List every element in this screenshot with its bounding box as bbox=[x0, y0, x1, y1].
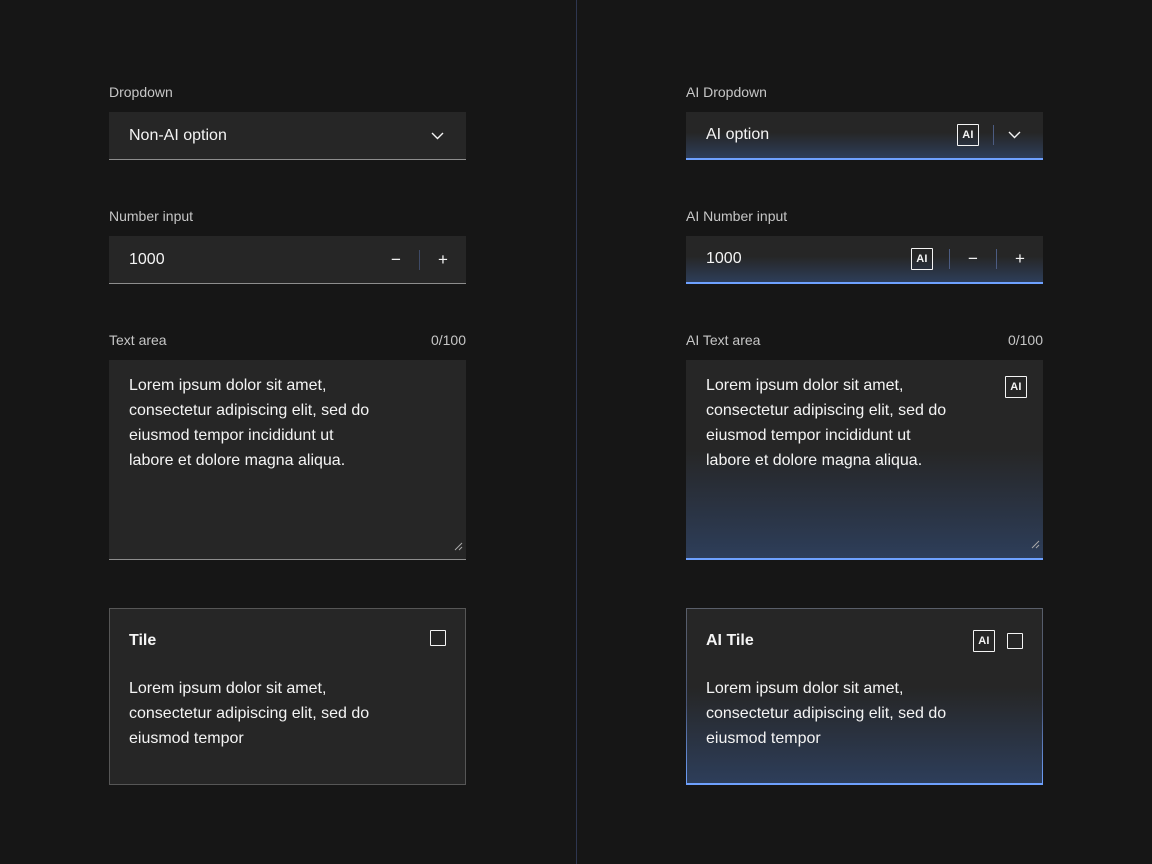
ai-label-badge[interactable]: AI bbox=[957, 124, 979, 146]
dropdown-group: Dropdown Non-AI option bbox=[109, 84, 466, 160]
text-area-label-row: Text area 0/100 bbox=[109, 332, 466, 348]
decrement-button[interactable]: − bbox=[373, 236, 419, 283]
ai-text-area[interactable]: Lorem ipsum dolor sit amet, consectetur … bbox=[686, 360, 1043, 560]
increment-button[interactable]: + bbox=[420, 236, 466, 283]
badge-divider bbox=[993, 125, 994, 145]
ai-dropdown-controls: AI bbox=[957, 124, 1021, 146]
dropdown[interactable]: Non-AI option bbox=[109, 112, 466, 160]
ai-dropdown-value: AI option bbox=[706, 126, 957, 144]
dropdown-value: Non-AI option bbox=[129, 127, 431, 145]
text-area-value: Lorem ipsum dolor sit amet, consectetur … bbox=[129, 373, 429, 473]
ai-column: AI Dropdown AI option AI AI Number input… bbox=[576, 0, 1152, 864]
ai-dropdown[interactable]: AI option AI bbox=[686, 112, 1043, 160]
page: Dropdown Non-AI option Number input 1000… bbox=[0, 0, 1152, 864]
ai-number-input-group: AI Number input 1000 AI − + bbox=[686, 208, 1043, 284]
character-counter: 0/100 bbox=[1008, 332, 1043, 348]
tile-actions bbox=[430, 630, 446, 646]
decrement-button[interactable]: − bbox=[950, 236, 996, 282]
ai-tile-actions: AI bbox=[973, 630, 1023, 652]
tile-header: Tile bbox=[129, 630, 446, 652]
checkbox[interactable] bbox=[430, 630, 446, 646]
ai-tile-header: AI Tile AI bbox=[706, 630, 1023, 652]
ai-number-input-value[interactable]: 1000 bbox=[706, 250, 911, 268]
ai-text-area-value: Lorem ipsum dolor sit amet, consectetur … bbox=[706, 373, 1006, 473]
ai-number-input: 1000 AI − + bbox=[686, 236, 1043, 284]
dropdown-label: Dropdown bbox=[109, 84, 466, 100]
ai-text-area-label-row: AI Text area 0/100 bbox=[686, 332, 1043, 348]
tile[interactable]: Tile Lorem ipsum dolor sit amet, consect… bbox=[109, 608, 466, 785]
checkbox[interactable] bbox=[1007, 633, 1023, 649]
number-input-value[interactable]: 1000 bbox=[129, 251, 373, 269]
ai-dropdown-group: AI Dropdown AI option AI bbox=[686, 84, 1043, 160]
ai-text-area-label: AI Text area bbox=[686, 332, 760, 348]
tile-title: Tile bbox=[129, 630, 156, 652]
chevron-down-icon bbox=[431, 127, 444, 145]
ai-label-badge[interactable]: AI bbox=[911, 248, 933, 270]
number-input-label: Number input bbox=[109, 208, 466, 224]
ai-tile-body: Lorem ipsum dolor sit amet, consectetur … bbox=[706, 676, 1023, 751]
ai-number-input-label: AI Number input bbox=[686, 208, 1043, 224]
character-counter: 0/100 bbox=[431, 332, 466, 348]
text-area[interactable]: Lorem ipsum dolor sit amet, consectetur … bbox=[109, 360, 466, 560]
text-area-label: Text area bbox=[109, 332, 167, 348]
ai-tile-title: AI Tile bbox=[706, 630, 754, 652]
ai-text-area-group: AI Text area 0/100 Lorem ipsum dolor sit… bbox=[686, 332, 1043, 560]
ai-label-badge[interactable]: AI bbox=[973, 630, 995, 652]
non-ai-column: Dropdown Non-AI option Number input 1000… bbox=[0, 0, 576, 864]
number-input-group: Number input 1000 − + bbox=[109, 208, 466, 284]
resize-handle-icon[interactable] bbox=[453, 538, 463, 556]
chevron-down-icon bbox=[1008, 126, 1021, 144]
tile-body: Lorem ipsum dolor sit amet, consectetur … bbox=[129, 676, 446, 751]
increment-button[interactable]: + bbox=[997, 236, 1043, 282]
ai-label-badge[interactable]: AI bbox=[1005, 376, 1027, 398]
ai-tile[interactable]: AI Tile AI Lorem ipsum dolor sit amet, c… bbox=[686, 608, 1043, 785]
text-area-group: Text area 0/100 Lorem ipsum dolor sit am… bbox=[109, 332, 466, 560]
resize-handle-icon[interactable] bbox=[1030, 536, 1040, 554]
ai-dropdown-label: AI Dropdown bbox=[686, 84, 1043, 100]
number-input: 1000 − + bbox=[109, 236, 466, 284]
